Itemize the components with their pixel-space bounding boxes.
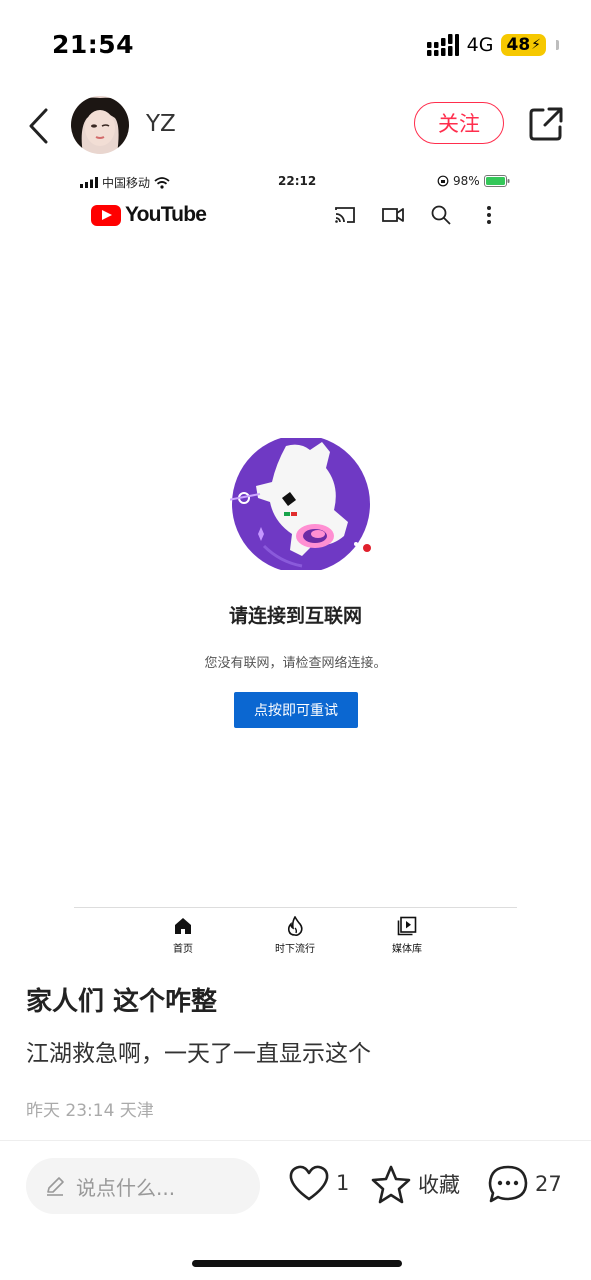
comment-button[interactable]: 27 [487, 1164, 562, 1204]
offline-astronaut-illustration [230, 438, 371, 570]
signal-icon [426, 34, 459, 56]
post-body: 江湖救急啊，一天了一直显示这个 [26, 1041, 371, 1067]
error-title: 请连接到互联网 [228, 605, 362, 627]
collect-label: 收藏 [418, 1173, 460, 1197]
tab-library[interactable]: 媒体库 [362, 916, 452, 955]
follow-button[interactable]: 关注 [414, 102, 504, 144]
like-count: 1 [336, 1171, 350, 1195]
comment-placeholder: 说点什么... [76, 1175, 176, 1200]
like-button[interactable]: 1 [288, 1164, 349, 1202]
rotation-lock-icon [437, 175, 449, 187]
tab-home[interactable]: 首页 [138, 916, 228, 955]
comment-count: 27 [535, 1172, 562, 1196]
youtube-logo-text: YouTube [125, 203, 207, 226]
youtube-logo[interactable]: YouTube [91, 203, 207, 227]
youtube-tabbar-divider [74, 907, 517, 908]
more-vertical-icon[interactable] [477, 203, 501, 227]
search-icon[interactable] [429, 203, 453, 227]
tab-library-label: 媒体库 [392, 944, 422, 955]
library-icon [397, 916, 417, 936]
post-title: 家人们 这个咋整 [26, 987, 218, 1017]
collect-button[interactable]: 收藏 [370, 1164, 460, 1204]
heart-icon [289, 1165, 329, 1201]
battery-tip [556, 40, 559, 50]
retry-button[interactable]: 点按即可重试 [234, 692, 358, 728]
tab-trending[interactable]: 时下流行 [250, 916, 340, 955]
inner-status-right: 98% [437, 174, 510, 188]
battery-level: 48 [506, 35, 531, 55]
youtube-play-icon [91, 204, 121, 226]
username[interactable]: YZ [146, 111, 176, 137]
avatar[interactable] [71, 96, 129, 154]
avatar-image [71, 96, 129, 154]
post-meta: 昨天 23:14 天津 [26, 1101, 154, 1121]
trending-icon [287, 916, 303, 936]
divider [0, 1140, 591, 1141]
comment-input[interactable]: 说点什么... [26, 1158, 260, 1214]
share-icon[interactable] [527, 105, 565, 143]
error-description: 您没有联网，请检查网络连接。 [204, 656, 387, 671]
tab-home-label: 首页 [173, 944, 193, 955]
network-type: 4G [466, 34, 494, 56]
comment-bubble-icon [488, 1165, 528, 1203]
battery-indicator: 48 ⚡ [501, 34, 546, 56]
inner-signal-icon [80, 177, 98, 188]
wifi-icon [154, 176, 170, 189]
inner-time: 22:12 [278, 174, 317, 188]
pencil-icon [47, 1177, 64, 1196]
inner-battery-percent: 98% [453, 174, 480, 188]
inner-battery-icon [483, 175, 510, 187]
home-indicator[interactable] [192, 1260, 402, 1267]
inner-carrier: 中国移动 [102, 176, 151, 190]
charging-bolt-icon: ⚡ [531, 37, 541, 53]
youtube-toolbar [333, 203, 501, 227]
create-video-icon[interactable] [381, 203, 405, 227]
cast-icon[interactable] [333, 203, 357, 227]
star-icon [371, 1165, 411, 1204]
inner-status-left: 中国移动 [80, 174, 170, 191]
tab-trending-label: 时下流行 [275, 944, 315, 955]
back-arrow-icon[interactable] [26, 106, 52, 146]
status-time: 21:54 [52, 30, 135, 59]
home-icon [175, 918, 191, 934]
status-right: 4G 48 ⚡ [426, 34, 559, 56]
